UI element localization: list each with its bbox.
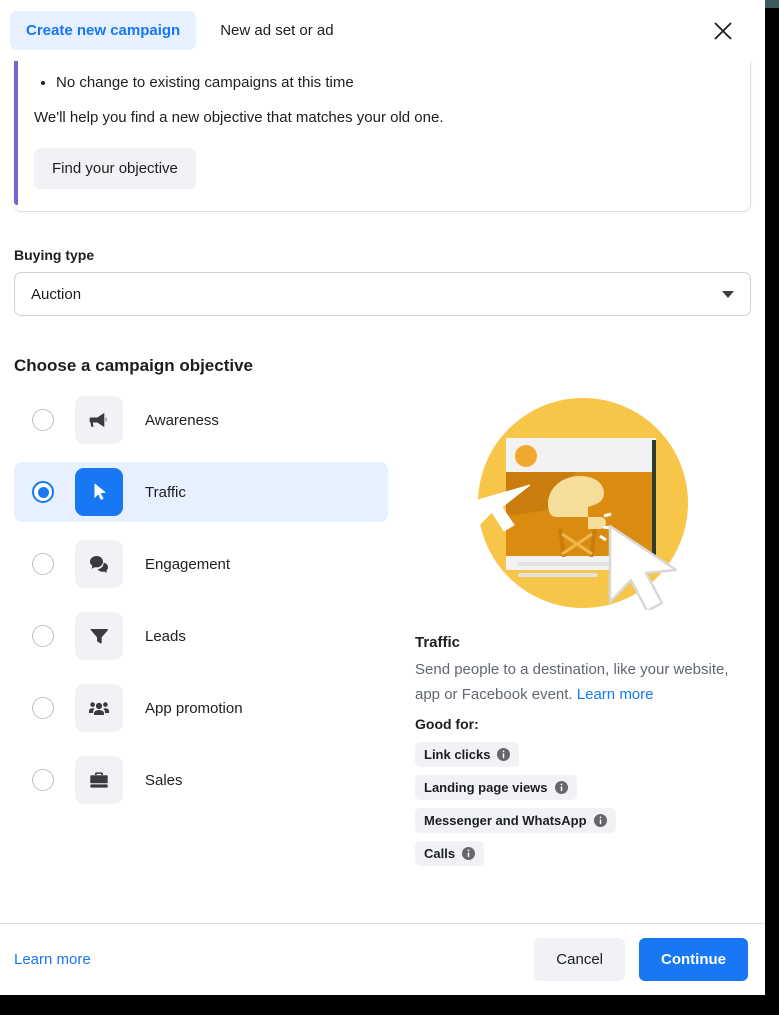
chip-row: Messenger and WhatsApp bbox=[415, 808, 751, 841]
objective-columns: Awareness Traffic Engagement Leads App p… bbox=[14, 390, 751, 874]
objective-label: Traffic bbox=[145, 483, 186, 501]
tab-new-ad-set-or-ad[interactable]: New ad set or ad bbox=[204, 11, 349, 50]
objective-row-app-promotion[interactable]: App promotion bbox=[14, 678, 388, 738]
notice-body-text: We'll help you find a new objective that… bbox=[34, 109, 444, 126]
cancel-button[interactable]: Cancel bbox=[534, 938, 625, 981]
cursor-arrow-icon bbox=[75, 468, 123, 516]
chevron-down-icon bbox=[722, 290, 734, 298]
objective-detail-panel: Traffic Send people to a destination, li… bbox=[388, 390, 751, 874]
find-your-objective-button[interactable]: Find your objective bbox=[34, 148, 196, 189]
tab-create-new-campaign[interactable]: Create new campaign bbox=[10, 11, 197, 50]
objective-list: Awareness Traffic Engagement Leads App p… bbox=[14, 390, 388, 874]
objective-change-notice: No change to existing campaigns at this … bbox=[14, 61, 751, 212]
objective-row-awareness[interactable]: Awareness bbox=[14, 390, 388, 450]
info-icon[interactable] bbox=[593, 814, 607, 827]
chip-label: Messenger and WhatsApp bbox=[424, 813, 587, 828]
buying-type-label: Buying type bbox=[14, 247, 95, 263]
good-for-label: Good for: bbox=[415, 716, 479, 732]
footer-buttons: Cancel Continue bbox=[534, 938, 748, 981]
footer-learn-more-link[interactable]: Learn more bbox=[14, 951, 91, 968]
objective-row-sales[interactable]: Sales bbox=[14, 750, 388, 810]
create-campaign-dialog: Create new campaign New ad set or ad No … bbox=[0, 0, 765, 995]
chip-row: Landing page views bbox=[415, 775, 751, 808]
detail-description: Send people to a destination, like your … bbox=[415, 657, 751, 707]
detail-description-text: Send people to a destination, like your … bbox=[415, 661, 729, 703]
chip-landing-page-views: Landing page views bbox=[415, 775, 577, 800]
people-group-icon bbox=[75, 684, 123, 732]
chip-label: Link clicks bbox=[424, 747, 491, 762]
objective-row-leads[interactable]: Leads bbox=[14, 606, 388, 666]
objective-label: Awareness bbox=[145, 411, 219, 429]
objective-label: Sales bbox=[145, 771, 183, 789]
campaign-objective-heading: Choose a campaign objective bbox=[14, 356, 254, 375]
radio-traffic[interactable] bbox=[32, 481, 54, 503]
radio-app-promotion[interactable] bbox=[32, 697, 54, 719]
objective-label: Leads bbox=[145, 627, 186, 645]
megaphone-icon bbox=[75, 396, 123, 444]
chip-calls: Calls bbox=[415, 841, 485, 866]
dialog-header: Create new campaign New ad set or ad bbox=[0, 0, 765, 61]
objective-row-traffic[interactable]: Traffic bbox=[14, 462, 388, 522]
briefcase-icon bbox=[75, 756, 123, 804]
chip-row: Calls bbox=[415, 841, 751, 874]
traffic-illustration bbox=[415, 394, 751, 610]
info-icon[interactable] bbox=[554, 781, 568, 794]
objective-row-engagement[interactable]: Engagement bbox=[14, 534, 388, 594]
dialog-body: No change to existing campaigns at this … bbox=[0, 61, 765, 923]
radio-engagement[interactable] bbox=[32, 553, 54, 575]
radio-awareness[interactable] bbox=[32, 409, 54, 431]
detail-learn-more-link[interactable]: Learn more bbox=[577, 686, 654, 703]
chip-label: Landing page views bbox=[424, 780, 548, 795]
detail-title: Traffic bbox=[415, 634, 461, 651]
notice-bullet-list: No change to existing campaigns at this … bbox=[34, 61, 734, 94]
screen: Create new campaign New ad set or ad No … bbox=[0, 0, 779, 1015]
window-edge-bottom bbox=[0, 995, 779, 1015]
chip-label: Calls bbox=[424, 846, 456, 861]
funnel-icon bbox=[75, 612, 123, 660]
objective-label: App promotion bbox=[145, 699, 243, 717]
radio-leads[interactable] bbox=[32, 625, 54, 647]
buying-type-select[interactable]: Auction bbox=[14, 272, 751, 316]
window-edge-right bbox=[765, 0, 779, 1015]
window-corner-accent bbox=[765, 0, 779, 8]
chip-messenger-and-whatsapp: Messenger and WhatsApp bbox=[415, 808, 616, 833]
info-icon[interactable] bbox=[462, 847, 476, 860]
objective-label: Engagement bbox=[145, 555, 231, 573]
info-icon[interactable] bbox=[497, 748, 511, 761]
close-icon[interactable] bbox=[705, 13, 741, 49]
speech-bubbles-icon bbox=[75, 540, 123, 588]
chip-row: Link clicks bbox=[415, 742, 751, 775]
continue-button[interactable]: Continue bbox=[639, 938, 748, 981]
radio-sales[interactable] bbox=[32, 769, 54, 791]
chip-link-clicks: Link clicks bbox=[415, 742, 520, 767]
dialog-footer: Learn more Cancel Continue bbox=[0, 923, 765, 995]
buying-type-value: Auction bbox=[31, 285, 82, 303]
notice-bullet-item: No change to existing campaigns at this … bbox=[56, 61, 734, 94]
